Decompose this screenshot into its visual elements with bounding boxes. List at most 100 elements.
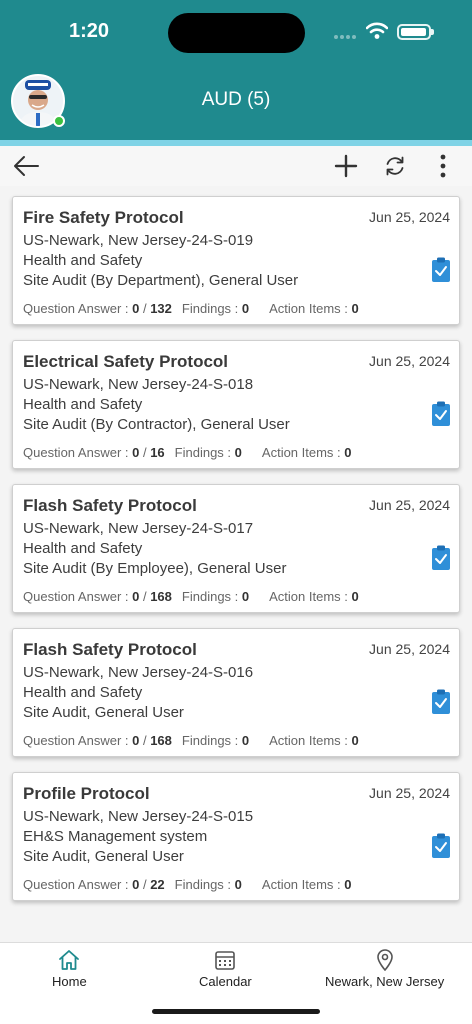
audit-title: Electrical Safety Protocol <box>23 352 229 371</box>
audit-category: Health and Safety <box>23 684 143 701</box>
audit-category: EH&S Management system <box>23 828 208 845</box>
findings-count: 0 <box>241 589 250 604</box>
more-vertical-icon <box>440 154 446 178</box>
audit-code: US-Newark, New Jersey-24-S-016 <box>23 664 254 681</box>
action-items-label: Action Items : <box>269 301 348 316</box>
audit-type: Site Audit, General User <box>23 848 184 865</box>
qa-answered: 0 <box>132 877 140 892</box>
clipboard-check-icon[interactable] <box>431 833 451 859</box>
status-time: 1:20 <box>69 20 110 42</box>
clipboard-check-icon[interactable] <box>431 689 451 715</box>
action-items-label: Action Items : <box>261 877 341 892</box>
add-button[interactable] <box>330 150 362 182</box>
arrow-left-icon <box>14 156 39 176</box>
findings-label: Findings : <box>181 301 239 316</box>
audit-date: Jun 25, 2024 <box>369 353 450 369</box>
qa-answered: 0 <box>132 733 140 748</box>
audit-code: US-Newark, New Jersey-24-S-019 <box>23 232 254 249</box>
action-items-label: Action Items : <box>269 589 348 604</box>
qa-answered: 0 <box>132 301 140 316</box>
audit-card[interactable]: Fire Safety Protocol Jun 25, 2024 US-New… <box>12 196 460 325</box>
audit-code: US-Newark, New Jersey-24-S-018 <box>23 376 254 393</box>
qa-answered: 0 <box>132 589 140 604</box>
wifi-icon <box>366 22 388 39</box>
calendar-icon <box>215 951 236 970</box>
question-answer-label: Question Answer : <box>23 445 129 460</box>
nav-location[interactable]: Newark, New Jersey <box>325 949 444 989</box>
action-items-count: 0 <box>344 877 352 892</box>
audit-type: Site Audit (By Contractor), General User <box>23 416 290 433</box>
audit-category: Health and Safety <box>23 252 143 269</box>
audit-date: Jun 25, 2024 <box>369 785 450 801</box>
action-items-label: Action Items : <box>269 733 348 748</box>
findings-count: 0 <box>241 301 250 316</box>
question-answer-label: Question Answer : <box>23 589 129 604</box>
home-indicator[interactable] <box>152 1009 320 1014</box>
findings-count: 0 <box>234 877 242 892</box>
audit-title: Flash Safety Protocol <box>23 640 197 659</box>
qa-total: 16 <box>150 445 165 460</box>
findings-label: Findings : <box>181 589 239 604</box>
audit-date: Jun 25, 2024 <box>369 209 450 225</box>
audit-stats: Question Answer : 0 / 168 Findings : 0 Act… <box>23 589 359 604</box>
audit-code: US-Newark, New Jersey-24-S-017 <box>23 520 254 537</box>
qa-answered: 0 <box>132 445 140 460</box>
audit-card[interactable]: Flash Safety Protocol Jun 25, 2024 US-Ne… <box>12 484 460 613</box>
app-header: 1:20 AUD (5) <box>0 0 472 146</box>
audit-date: Jun 25, 2024 <box>369 497 450 513</box>
home-icon <box>59 950 80 970</box>
online-status-dot <box>53 115 65 127</box>
audit-date: Jun 25, 2024 <box>369 641 450 657</box>
toolbar <box>0 146 472 186</box>
nav-home[interactable]: Home <box>52 949 87 989</box>
audit-card[interactable]: Profile Protocol Jun 25, 2024 US-Newark,… <box>12 772 460 901</box>
audit-stats: Question Answer : 0 / 168 Findings : 0 Act… <box>23 733 359 748</box>
nav-home-label: Home <box>52 974 87 989</box>
more-button[interactable] <box>427 150 459 182</box>
dynamic-island <box>168 13 305 53</box>
audit-stats: Question Answer : 0 / 16 Findings : 0 Acti… <box>23 445 352 460</box>
clipboard-check-icon[interactable] <box>431 257 451 283</box>
audit-card[interactable]: Flash Safety Protocol Jun 25, 2024 US-Ne… <box>12 628 460 757</box>
battery-icon <box>397 24 434 40</box>
action-items-count: 0 <box>344 445 352 460</box>
audit-title: Fire Safety Protocol <box>23 208 184 227</box>
page-title: AUD (5) <box>201 89 271 110</box>
qa-total: 168 <box>150 589 172 604</box>
audit-type: Site Audit, General User <box>23 704 184 721</box>
nav-calendar-label: Calendar <box>199 974 252 989</box>
clipboard-check-icon[interactable] <box>431 401 451 427</box>
qa-total: 22 <box>150 877 165 892</box>
action-items-count: 0 <box>351 589 359 604</box>
findings-label: Findings : <box>174 445 232 460</box>
nav-location-label: Newark, New Jersey <box>325 974 445 989</box>
clipboard-check-icon[interactable] <box>431 545 451 571</box>
action-items-label: Action Items : <box>261 445 341 460</box>
plus-icon <box>334 154 358 178</box>
location-pin-icon <box>376 949 393 971</box>
audit-stats: Question Answer : 0 / 132 Findings : 0 Act… <box>23 301 359 316</box>
findings-label: Findings : <box>174 877 232 892</box>
findings-label: Findings : <box>181 733 239 748</box>
audit-list[interactable]: Fire Safety Protocol Jun 25, 2024 US-New… <box>0 186 472 942</box>
audit-code: US-Newark, New Jersey-24-S-015 <box>23 808 254 825</box>
question-answer-label: Question Answer : <box>23 733 129 748</box>
audit-title: Profile Protocol <box>23 784 150 803</box>
audit-type: Site Audit (By Employee), General User <box>23 560 287 577</box>
refresh-button[interactable] <box>379 150 411 182</box>
action-items-count: 0 <box>351 301 359 316</box>
audit-title: Flash Safety Protocol <box>23 496 197 515</box>
action-items-count: 0 <box>351 733 359 748</box>
qa-total: 132 <box>150 301 172 316</box>
cellular-signal-icon <box>334 35 356 39</box>
back-button[interactable] <box>10 150 42 182</box>
audit-category: Health and Safety <box>23 540 143 557</box>
question-answer-label: Question Answer : <box>23 877 129 892</box>
audit-category: Health and Safety <box>23 396 143 413</box>
question-answer-label: Question Answer : <box>23 301 129 316</box>
nav-calendar[interactable]: Calendar <box>199 949 252 989</box>
audit-type: Site Audit (By Department), General User <box>23 272 299 289</box>
audit-card[interactable]: Electrical Safety Protocol Jun 25, 2024 … <box>12 340 460 469</box>
audit-stats: Question Answer : 0 / 22 Findings : 0 Acti… <box>23 877 352 892</box>
findings-count: 0 <box>234 445 242 460</box>
